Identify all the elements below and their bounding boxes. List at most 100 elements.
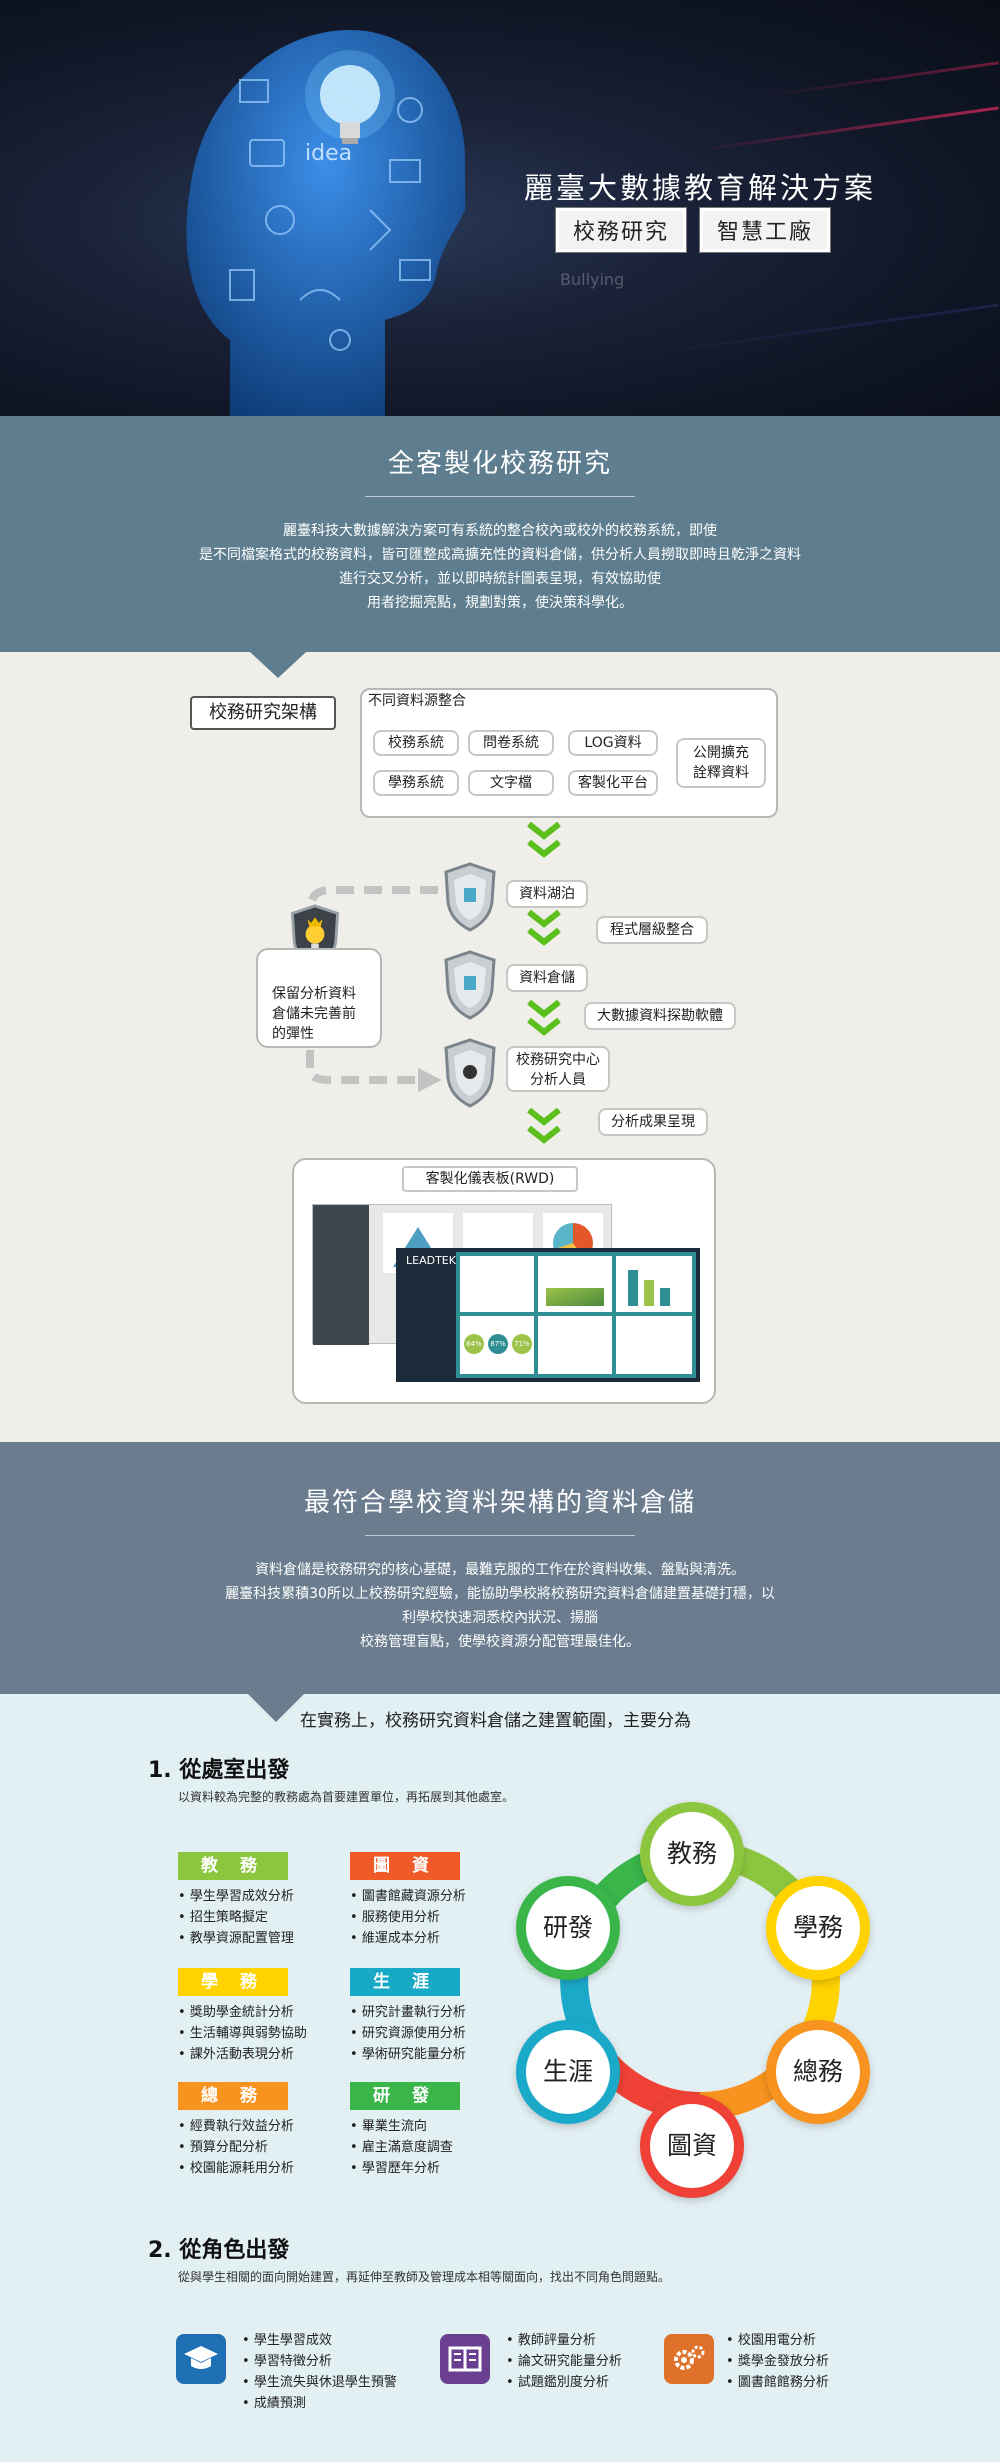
section2-line: 利學校快速洞悉校內狀況、揚腦 — [402, 1610, 598, 1626]
down-chevron-icon — [527, 1126, 561, 1144]
dashboard-percent: 64% — [464, 1334, 484, 1354]
section-custom-research: 全客製化校務研究 麗臺科技大數據解決方案可有系統的整合校內或校外的校務系統，即使… — [0, 416, 1000, 652]
list-item: 學生學習成效 — [242, 2330, 397, 2351]
section1-line: 用者挖掘亮點，規劃對策，使決策科學化。 — [367, 595, 633, 611]
down-chevron-icon — [527, 1000, 561, 1018]
hero-banner: Bullying idea 麗臺大數據教育解決方案 校務研究 智慧工廠 — [0, 0, 1000, 416]
office-heading: 1. 從處室出發 — [148, 1758, 290, 1783]
tag-smart-factory: 智慧工廠 — [700, 208, 831, 252]
list-item: 學習特徵分析 — [242, 2351, 397, 2372]
ring-node-student-affairs: 學務 — [766, 1876, 870, 1980]
ring-node-academic: 教務 — [640, 1802, 744, 1906]
down-chevron-icon — [527, 910, 561, 928]
section1-line: 是不同檔案格式的校務資料，皆可匯整成高擴充性的資料倉儲，供分析人員撈取即時且乾淨… — [199, 547, 801, 563]
source-item: 文字檔 — [468, 770, 554, 796]
list-item: 經費執行效益分析 — [178, 2116, 294, 2137]
graduation-cap-icon — [176, 2334, 226, 2384]
section2-line: 資料倉儲是校務研究的核心基礎，最難克服的工作在於資料收集、盤點與清洗。 — [255, 1562, 745, 1578]
hero-title: 麗臺大數據教育解決方案 — [523, 171, 876, 205]
list-item: 校園能源耗用分析 — [178, 2158, 294, 2179]
role-subtitle: 從與學生相關的面向開始建置，再延伸至教師及管理成本相等關面向，找出不同角色問題點… — [178, 2270, 671, 2284]
library-items: 圖書館藏資源分析 服務使用分析 維運成本分析 — [350, 1886, 466, 1949]
gears-icon — [664, 2334, 714, 2384]
down-chevron-icon — [527, 928, 561, 946]
elasticity-text: 保留分析資料 倉儲未完善前 的彈性 — [272, 986, 356, 1042]
list-item: 生活輔導與弱勢協助 — [178, 2023, 307, 2044]
book-icon — [440, 2334, 490, 2384]
category-general-affairs: 總 務 — [178, 2082, 288, 2110]
research-center-shield-icon — [444, 1038, 496, 1108]
category-rnd: 研 發 — [350, 2082, 460, 2110]
role-heading: 2. 從角色出發 — [148, 2238, 290, 2263]
dashboard-percent: 71% — [512, 1334, 532, 1354]
stage-data-lake: 資料湖泊 — [506, 880, 588, 908]
down-chevron-icon — [527, 840, 561, 858]
teacher-role-items: 教師評量分析 論文研究能量分析 試題鑑別度分析 — [506, 2330, 622, 2393]
list-item: 論文研究能量分析 — [506, 2351, 622, 2372]
arch-frame-label: 校務研究架構 — [190, 696, 336, 730]
stage-research-center: 校務研究中心 分析人員 — [506, 1046, 610, 1092]
category-career: 生 涯 — [350, 1968, 460, 1996]
chalk-word: Bullying — [560, 270, 625, 289]
list-item: 試題鑑別度分析 — [506, 2372, 622, 2393]
rnd-items: 畢業生流向 雇主滿意度調查 學習歷年分析 — [350, 2116, 453, 2179]
scope-intro: 在實務上，校務研究資料倉儲之建置範圍，主要分為 — [300, 1711, 691, 1731]
list-item: 維運成本分析 — [350, 1928, 466, 1949]
student-affairs-items: 獎助學金統計分析 生活輔導與弱勢協助 課外活動表現分析 — [178, 2002, 307, 2065]
list-item: 學習歷年分析 — [350, 2158, 453, 2179]
stage-data-warehouse: 資料倉儲 — [506, 964, 588, 992]
source-item: 客製化平台 — [568, 770, 658, 796]
list-item: 雇主滿意度調查 — [350, 2137, 453, 2158]
list-item: 畢業生流向 — [350, 2116, 453, 2137]
data-warehouse-shield-icon — [444, 950, 496, 1020]
list-item: 教學資源配置管理 — [178, 1928, 294, 1949]
career-items: 研究計畫執行分析 研究資源使用分析 學術研究能量分析 — [350, 2002, 466, 2065]
list-item: 招生策略擬定 — [178, 1907, 294, 1928]
ring-node-rnd: 研發 — [516, 1876, 620, 1980]
section2-divider — [365, 1535, 635, 1536]
list-item: 成績預測 — [242, 2393, 397, 2414]
list-item: 研究計畫執行分析 — [350, 2002, 466, 2023]
source-item: LOG資料 — [568, 730, 658, 756]
list-item: 圖書館藏資源分析 — [350, 1886, 466, 1907]
category-library: 圖 資 — [350, 1852, 460, 1880]
step-results-present: 分析成果呈現 — [598, 1108, 708, 1136]
dashboard-screen-front: LEADTEK 64% 87% 71% — [396, 1248, 700, 1382]
down-chevron-icon — [527, 1018, 561, 1036]
student-role-items: 學生學習成效 學習特徵分析 學生流失與休退學生預警 成績預測 — [242, 2330, 397, 2414]
list-item: 獎助學金統計分析 — [178, 2002, 307, 2023]
source-item: 問卷系統 — [468, 730, 554, 756]
down-chevron-icon — [527, 1108, 561, 1126]
section2-notch — [248, 1694, 304, 1722]
list-item: 學術研究能量分析 — [350, 2044, 466, 2065]
ring-node-career: 生涯 — [516, 2020, 620, 2124]
list-item: 學生學習成效分析 — [178, 1886, 294, 1907]
source-item: 校務系統 — [373, 730, 459, 756]
section1-divider — [365, 496, 635, 497]
section2-title: 最符合學校資料架構的資料倉儲 — [303, 1488, 696, 1518]
section2-line: 麗臺科技累積30所以上校務研究經驗，能協助學校將校務研究資料倉儲建置基礎打穩，以 — [225, 1586, 775, 1602]
step-mining-software: 大數據資料探勘軟體 — [584, 1002, 736, 1030]
category-academic: 教 務 — [178, 1852, 288, 1880]
section1-line: 進行交叉分析，並以即時統計圖表呈現，有效協助使 — [339, 571, 661, 587]
section1-line: 麗臺科技大數據解決方案可有系統的整合校內或校外的校務系統，即使 — [283, 523, 717, 539]
academic-items: 學生學習成效分析 招生策略擬定 教學資源配置管理 — [178, 1886, 294, 1949]
section2-line: 校務管理盲點，使學校資源分配管理最佳化。 — [360, 1634, 640, 1650]
open-metadata: 公開擴充 詮釋資料 — [676, 738, 766, 788]
section1-notch — [250, 652, 306, 678]
source-item: 學務系統 — [373, 770, 459, 796]
list-item: 服務使用分析 — [350, 1907, 466, 1928]
step-program-integration: 程式層級整合 — [596, 916, 708, 944]
sources-title: 不同資料源整合 — [364, 690, 492, 716]
general-affairs-items: 經費執行效益分析 預算分配分析 校園能源耗用分析 — [178, 2116, 294, 2179]
data-lake-shield-icon — [444, 862, 496, 932]
down-chevron-icon — [527, 822, 561, 840]
category-student-affairs: 學 務 — [178, 1968, 288, 1996]
ring-node-library: 圖資 — [640, 2094, 744, 2198]
section-data-warehouse: 最符合學校資料架構的資料倉儲 資料倉儲是校務研究的核心基礎，最難克服的工作在於資… — [0, 1442, 1000, 1694]
dashboard-title: 客製化儀表板(RWD) — [402, 1166, 578, 1192]
admin-role-items: 校園用電分析 獎學金發放分析 圖書館館務分析 — [726, 2330, 829, 2393]
list-item: 研究資源使用分析 — [350, 2023, 466, 2044]
list-item: 課外活動表現分析 — [178, 2044, 307, 2065]
list-item: 獎學金發放分析 — [726, 2351, 829, 2372]
